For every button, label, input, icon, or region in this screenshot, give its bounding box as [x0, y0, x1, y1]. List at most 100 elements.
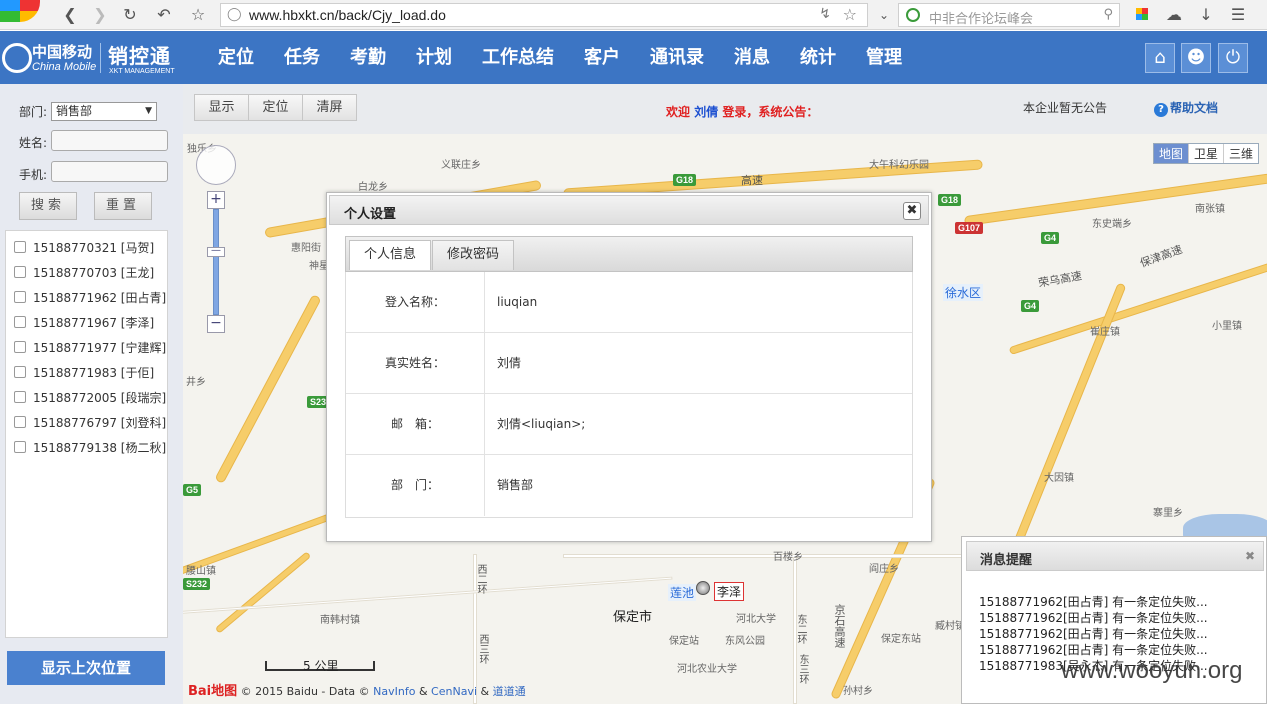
notice-text: 本企业暂无公告 [1023, 101, 1108, 115]
menu-icon[interactable]: ☰ [1226, 3, 1250, 27]
close-icon[interactable]: ✖ [903, 202, 921, 220]
user-checkbox[interactable] [14, 391, 26, 403]
nav-statistics[interactable]: 统计 [785, 31, 851, 84]
home-icon[interactable]: ⌂ [1145, 43, 1175, 73]
watermark: www.wooyun.org [1061, 657, 1243, 684]
search-button[interactable]: 搜索 [19, 192, 77, 220]
message-item[interactable]: 15188771962[田占青] 有一条定位失败... [979, 641, 1229, 658]
map-label: 保定东站 [881, 634, 921, 645]
search-input[interactable]: 中非合作论坛峰会 [929, 8, 1033, 27]
baidu-logo[interactable]: Bai地图 [188, 684, 237, 699]
user-label: 15188779138 [杨二秋] [33, 440, 167, 455]
user-icon[interactable]: ☻ [1181, 43, 1211, 73]
cloud-icon[interactable]: ☁ [1162, 3, 1186, 27]
nav-locate[interactable]: 定位 [203, 31, 269, 84]
search-icon[interactable]: ⚲ [1103, 7, 1113, 22]
apps-grid-icon[interactable] [1130, 3, 1154, 27]
forward-icon[interactable]: ❯ [88, 3, 112, 27]
user-list-item[interactable]: 15188770321 [马贺] [14, 237, 154, 257]
tab-personal-info[interactable]: 个人信息 [349, 240, 432, 270]
clear-button[interactable]: 清屏 [302, 94, 357, 121]
locate-button[interactable]: 定位 [248, 94, 303, 121]
user-list-item[interactable]: 15188772005 [段瑞宗] [14, 387, 166, 407]
highway-shield: G18 [938, 194, 962, 206]
user-label: 15188770321 [马贺] [33, 240, 155, 255]
nav-tasks[interactable]: 任务 [269, 31, 335, 84]
user-checkbox[interactable] [14, 316, 26, 328]
zoom-thumb[interactable]: — [207, 246, 225, 257]
message-item[interactable]: 15188771962[田占青] 有一条定位失败... [979, 593, 1229, 610]
highway-shield: G18 [673, 174, 697, 186]
url-text[interactable]: www.hbxkt.cn/back/Cjy_load.do [249, 7, 446, 23]
user-checkbox[interactable] [14, 341, 26, 353]
user-list-item[interactable]: 15188771977 [宁建辉] [14, 337, 166, 357]
nav-customers[interactable]: 客户 [569, 31, 635, 84]
zoom-control: + — − [207, 191, 225, 333]
zoom-in-button[interactable]: + [207, 191, 225, 209]
cennavi-link[interactable]: CenNavi [431, 685, 477, 698]
show-last-position-button[interactable]: 显示上次位置 [7, 651, 165, 685]
user-label: 15188772005 [段瑞宗] [33, 390, 167, 405]
user-checkbox[interactable] [14, 416, 26, 428]
back-icon[interactable]: ❮ [58, 3, 82, 27]
message-item[interactable]: 15188771962[田占青] 有一条定位失败... [979, 625, 1229, 642]
map-label: 保定市 [613, 610, 653, 625]
map-label: 惠阳街 [291, 243, 321, 254]
phone-input[interactable] [51, 161, 168, 182]
map-label: 小里镇 [1212, 321, 1242, 332]
show-button[interactable]: 显示 [194, 94, 249, 121]
user-checkbox[interactable] [14, 291, 26, 303]
navinfo-link[interactable]: NavInfo [373, 685, 415, 698]
user-list-item[interactable]: 15188771983 [于佢] [14, 362, 154, 382]
user-list-item[interactable]: 15188771962 [田占青] [14, 287, 166, 307]
user-checkbox[interactable] [14, 241, 26, 253]
address-bar[interactable]: ◯ www.hbxkt.cn/back/Cjy_load.do ↯ ☆ [220, 3, 868, 27]
download-icon[interactable]: ↓ [1194, 3, 1218, 27]
user-list-item[interactable]: 15188776797 [刘登科] [14, 412, 166, 432]
user-list-item[interactable]: 15188779138 [杨二秋] [14, 437, 166, 457]
user-label: 15188771962 [田占青] [33, 290, 167, 305]
zoom-slider[interactable] [213, 209, 219, 315]
message-item[interactable]: 15188771962[田占青] 有一条定位失败... [979, 609, 1229, 626]
user-checkbox[interactable] [14, 441, 26, 453]
marker-label[interactable]: 李泽 [714, 582, 745, 601]
map-type-3d[interactable]: 三维 [1223, 144, 1258, 163]
user-list-item[interactable]: 15188771967 [李泽] [14, 312, 154, 332]
help-label: 帮助文档 [1170, 101, 1219, 115]
pan-control[interactable] [196, 145, 236, 185]
user-label: 15188771977 [宁建辉] [33, 340, 167, 355]
map-type-map[interactable]: 地图 [1153, 144, 1189, 163]
nav-messages[interactable]: 消息 [719, 31, 785, 84]
map-label: 阎庄乡 [869, 564, 899, 575]
nav-manage[interactable]: 管理 [851, 31, 917, 84]
logo-en-text: China Mobile [32, 61, 97, 73]
lightning-icon[interactable]: ↯ [819, 6, 831, 22]
power-icon[interactable]: ⏻ [1218, 43, 1248, 73]
nav-work-summary[interactable]: 工作总结 [467, 31, 569, 84]
nav-plan[interactable]: 计划 [401, 31, 467, 84]
nav-attendance[interactable]: 考勤 [335, 31, 401, 84]
map-label: 崔庄镇 [1090, 327, 1120, 338]
user-checkbox[interactable] [14, 266, 26, 278]
daodaotong-link[interactable]: 道道通 [493, 685, 526, 698]
nav-contacts[interactable]: 通讯录 [635, 31, 719, 84]
user-list-item[interactable]: 15188770703 [王龙] [14, 262, 154, 282]
help-link[interactable]: ? 帮助文档 [1154, 99, 1218, 117]
star-icon[interactable]: ☆ [843, 5, 857, 24]
location-marker-icon[interactable] [696, 581, 710, 595]
dropdown-chevron-icon[interactable]: ⌄ [872, 3, 896, 27]
map-type-satellite[interactable]: 卫星 [1188, 144, 1224, 163]
close-icon[interactable]: ✖ [1245, 549, 1255, 563]
search-box[interactable]: 中非合作论坛峰会 ⚲ [898, 3, 1120, 27]
copyright-separator: & [418, 685, 428, 698]
map-toolbar: 显示 定位 清屏 欢迎 刘倩 登录，系统公告： 本企业暂无公告 ? 帮助文档 [183, 84, 1267, 134]
dept-select[interactable]: 销售部 ▼ [51, 102, 157, 121]
tab-change-password[interactable]: 修改密码 [432, 240, 515, 270]
zoom-out-button[interactable]: − [207, 315, 225, 333]
name-input[interactable] [51, 130, 168, 151]
undo-icon[interactable]: ↶ [152, 3, 176, 27]
refresh-icon[interactable]: ↻ [118, 3, 142, 27]
reset-button[interactable]: 重置 [94, 192, 152, 220]
user-checkbox[interactable] [14, 366, 26, 378]
bookmark-star-icon[interactable]: ☆ [186, 3, 210, 27]
